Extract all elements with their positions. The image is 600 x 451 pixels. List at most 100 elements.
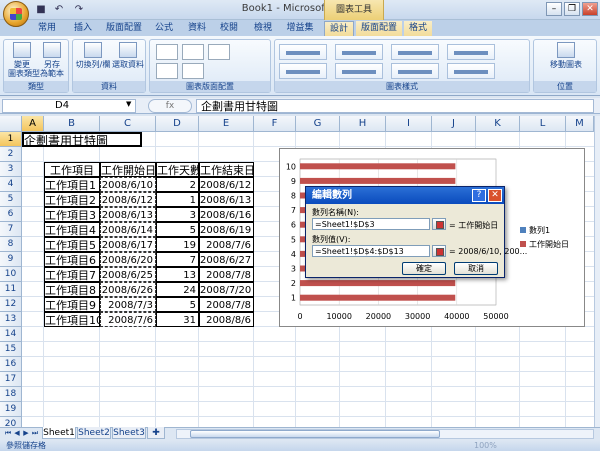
table-cell[interactable]: 工作項目2 [44, 192, 100, 207]
table-cell[interactable]: 24 [156, 282, 199, 297]
table-cell[interactable]: 2008/6/10 [100, 177, 156, 192]
first-sheet-icon[interactable]: ⏮ [4, 428, 12, 438]
row-header-4[interactable]: 4 [0, 177, 22, 192]
layout-1-option[interactable] [156, 44, 178, 60]
table-cell[interactable]: 2008/6/12 [199, 177, 254, 192]
column-header-g[interactable]: G [296, 116, 340, 132]
table-cell[interactable]: 工作項目6 [44, 252, 100, 267]
chart-style-6[interactable] [335, 63, 383, 79]
table-header[interactable]: 工作項目 [44, 162, 100, 177]
ok-button[interactable]: 確定 [402, 262, 446, 275]
cancel-button[interactable]: 取消 [454, 262, 498, 275]
table-cell[interactable]: 1 [156, 192, 199, 207]
table-cell[interactable]: 2 [156, 177, 199, 192]
row-header-8[interactable]: 8 [0, 237, 22, 252]
formula-input[interactable]: 企劃書用甘特圖 [196, 99, 594, 113]
table-cell[interactable]: 2008/7/3 [100, 297, 156, 312]
row-header-1[interactable]: 1 [0, 132, 22, 147]
sheet-tab-sheet1[interactable]: Sheet1 [42, 427, 76, 439]
chart-style-1[interactable] [279, 44, 327, 60]
table-cell[interactable]: 2008/8/6 [199, 312, 254, 327]
cell-a1-title[interactable]: 企劃書用甘特圖 [22, 132, 142, 148]
table-cell[interactable]: 2008/7/8 [199, 297, 254, 312]
row-header-18[interactable]: 18 [0, 387, 22, 402]
row-header-17[interactable]: 17 [0, 372, 22, 387]
tab-data[interactable]: 資料 [182, 21, 212, 36]
table-cell[interactable]: 13 [156, 267, 199, 282]
chart-style-8[interactable] [447, 63, 495, 79]
row-header-15[interactable]: 15 [0, 342, 22, 357]
column-header-j[interactable]: J [432, 116, 476, 132]
table-cell[interactable]: 3 [156, 207, 199, 222]
horizontal-scroll-thumb[interactable] [190, 430, 440, 438]
row-header-16[interactable]: 16 [0, 357, 22, 372]
table-cell[interactable]: 2008/7/8 [199, 267, 254, 282]
prev-sheet-icon[interactable]: ◀ [13, 428, 21, 438]
tab-format[interactable]: 格式 [404, 21, 432, 36]
column-header-i[interactable]: I [386, 116, 432, 132]
column-header-c[interactable]: C [100, 116, 156, 132]
help-button[interactable]: ? [472, 189, 486, 202]
series-values-input[interactable]: =Sheet1!$D$4:$D$13 [312, 245, 430, 257]
layout-2-option[interactable] [182, 44, 204, 60]
save-as-template-button[interactable]: 另存 為範本 [38, 42, 66, 78]
table-cell[interactable]: 工作項目8 [44, 282, 100, 297]
insert-function-button[interactable]: fx [148, 99, 192, 113]
series-values-ref-button[interactable] [432, 245, 446, 257]
tab-formulas[interactable]: 公式 [150, 21, 178, 36]
table-cell[interactable]: 2008/6/19 [199, 222, 254, 237]
table-cell[interactable]: 2008/6/16 [199, 207, 254, 222]
last-sheet-icon[interactable]: ⏭ [31, 428, 39, 438]
select-data-button[interactable]: 選取資料 [111, 42, 145, 69]
name-box-dropdown-icon[interactable]: ▼ [126, 100, 131, 108]
row-header-19[interactable]: 19 [0, 402, 22, 417]
insert-sheet-icon[interactable]: ✚ [147, 427, 165, 439]
tab-review[interactable]: 校閱 [214, 21, 244, 36]
row-header-2[interactable]: 2 [0, 147, 22, 162]
row-header-12[interactable]: 12 [0, 297, 22, 312]
column-header-l[interactable]: L [520, 116, 566, 132]
series-name-input[interactable]: =Sheet1!$D$3 [312, 218, 430, 230]
chart-style-7[interactable] [391, 63, 439, 79]
column-header-a[interactable]: A [22, 116, 44, 132]
row-header-5[interactable]: 5 [0, 192, 22, 207]
table-cell[interactable]: 5 [156, 222, 199, 237]
table-cell[interactable]: 工作項目10 [44, 312, 100, 327]
table-cell[interactable]: 2008/6/13 [100, 207, 156, 222]
table-header[interactable]: 工作開始日 [100, 162, 156, 177]
table-header[interactable]: 工作天數 [156, 162, 199, 177]
column-header-e[interactable]: E [199, 116, 254, 132]
table-cell[interactable]: 2008/6/13 [199, 192, 254, 207]
move-chart-button[interactable]: 移動圖表 [538, 42, 594, 69]
table-cell[interactable]: 工作項目7 [44, 267, 100, 282]
row-header-9[interactable]: 9 [0, 252, 22, 267]
column-header-f[interactable]: F [254, 116, 296, 132]
table-cell[interactable]: 31 [156, 312, 199, 327]
minimize-button[interactable]: – [546, 2, 562, 16]
table-cell[interactable]: 2008/7/20 [199, 282, 254, 297]
table-cell[interactable]: 2008/7/6 [100, 312, 156, 327]
vertical-scrollbar[interactable] [594, 116, 600, 427]
table-cell[interactable]: 2008/6/27 [199, 252, 254, 267]
tab-home[interactable]: 常用 [30, 21, 64, 36]
layout-5-option[interactable] [182, 63, 204, 79]
tab-design[interactable]: 設計 [324, 21, 354, 36]
table-cell[interactable]: 2008/6/12 [100, 192, 156, 207]
row-header-3[interactable]: 3 [0, 162, 22, 177]
chart-style-5[interactable] [279, 63, 327, 79]
column-header-h[interactable]: H [340, 116, 386, 132]
layout-4-option[interactable] [156, 63, 178, 79]
restore-button[interactable]: ❐ [564, 2, 580, 16]
table-cell[interactable]: 工作項目4 [44, 222, 100, 237]
dialog-close-button[interactable]: ✕ [488, 189, 502, 202]
table-cell[interactable]: 2008/6/25 [100, 267, 156, 282]
tab-view[interactable]: 檢視 [248, 21, 278, 36]
series-name-ref-button[interactable] [432, 218, 446, 230]
table-cell[interactable]: 工作項目9 [44, 297, 100, 312]
table-cell[interactable]: 5 [156, 297, 199, 312]
office-button[interactable] [3, 1, 29, 27]
row-header-6[interactable]: 6 [0, 207, 22, 222]
tab-insert[interactable]: 插入 [68, 21, 98, 36]
table-header[interactable]: 工作結束日 [199, 162, 254, 177]
sheet-tab-sheet3[interactable]: Sheet3 [112, 427, 146, 439]
